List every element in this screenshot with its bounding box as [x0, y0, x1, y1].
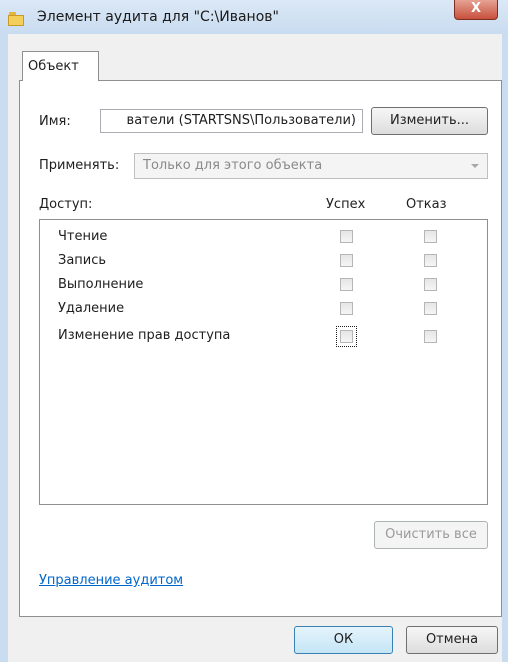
window-frame-right [502, 34, 508, 662]
change-button[interactable]: Изменить... [371, 107, 488, 135]
apply-to-select[interactable]: Только для этого объекта [134, 153, 488, 179]
column-failure: Отказ [406, 197, 447, 212]
close-button[interactable]: X [454, 0, 498, 20]
change-permissions-failure-checkbox[interactable] [424, 330, 437, 343]
delete-failure-checkbox[interactable] [424, 302, 437, 315]
execute-success-checkbox[interactable] [340, 278, 353, 291]
window-frame-left [0, 34, 8, 662]
cancel-button[interactable]: Отмена [406, 626, 498, 654]
write-success-checkbox[interactable] [340, 254, 353, 267]
name-field[interactable]: ватели (STARTSNS\Пользователи) [100, 109, 363, 133]
permission-label: Запись [58, 253, 107, 268]
read-failure-checkbox[interactable] [424, 230, 437, 243]
change-permissions-success-checkbox[interactable] [340, 330, 353, 343]
access-label: Доступ: [39, 197, 93, 212]
apply-label: Применять: [39, 158, 120, 173]
write-failure-checkbox[interactable] [424, 254, 437, 267]
window-title: Элемент аудита для "C:\Иванов" [37, 9, 279, 25]
clear-all-button[interactable]: Очистить все [374, 521, 488, 549]
column-success: Успех [326, 197, 366, 212]
permission-label: Выполнение [58, 277, 144, 292]
folder-icon [8, 12, 24, 26]
permission-label: Чтение [58, 229, 108, 244]
tab-object[interactable]: Объект [22, 51, 99, 81]
tab-object-label: Объект [28, 59, 79, 74]
permission-label: Изменение прав доступа [58, 328, 231, 343]
name-field-value: ватели (STARTSNS\Пользователи) [126, 113, 356, 128]
chevron-down-icon [471, 164, 479, 168]
execute-failure-checkbox[interactable] [424, 278, 437, 291]
ok-button[interactable]: ОК [294, 626, 393, 654]
delete-success-checkbox[interactable] [340, 302, 353, 315]
manage-auditing-link[interactable]: Управление аудитом [39, 573, 183, 588]
read-success-checkbox[interactable] [340, 230, 353, 243]
apply-to-value: Только для этого объекта [143, 158, 323, 173]
permission-list[interactable] [39, 219, 488, 505]
name-label: Имя: [39, 114, 71, 129]
permission-label: Удаление [58, 301, 125, 316]
title-bar[interactable]: Элемент аудита для "C:\Иванов" X [0, 0, 508, 34]
